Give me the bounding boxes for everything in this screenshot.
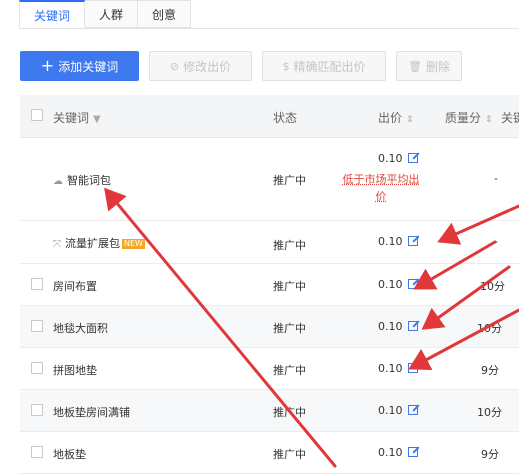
- price-value: 0.10: [378, 320, 403, 333]
- table-row: ☁ 智能词包 推广中 0.10 低于市场平均出价 -: [20, 138, 519, 221]
- edit-icon[interactable]: [407, 447, 418, 457]
- row-checkbox[interactable]: [31, 362, 43, 374]
- row-checkbox[interactable]: [31, 320, 43, 332]
- keyword-table: 关键词▼ 状态 出价⇕ 质量分⇕ 关键 ☁智能词包 推广中 0.10 低于市场平…: [20, 95, 519, 474]
- sort-icon[interactable]: ⇕: [406, 115, 414, 125]
- keyword-name: 地板垫: [53, 448, 86, 461]
- quality-cell: 10分: [480, 280, 505, 293]
- price-cell: 0.10: [378, 446, 418, 459]
- price-value: 0.10: [378, 362, 403, 375]
- plus-icon: +: [40, 56, 55, 75]
- edit-circle-icon: ⊘: [169, 59, 180, 73]
- tab-divider: [19, 28, 519, 29]
- tab-audience[interactable]: 人群: [85, 0, 139, 28]
- delete-label: 删除: [425, 59, 450, 74]
- quality-cell: 9分: [481, 448, 499, 461]
- status-cell: 推广中: [273, 174, 306, 187]
- keyword-cell: ⤧ 流量扩展包 NEW: [53, 235, 145, 251]
- edit-bid-label: 修改出价: [183, 59, 232, 74]
- status-cell: 推广中: [273, 448, 306, 461]
- price-value: 0.10: [378, 152, 403, 165]
- keyword-cell: ☁ 智能词包: [53, 172, 111, 188]
- keyword-name: 房间布置: [53, 280, 97, 293]
- header-quality-label: 质量分: [445, 111, 482, 125]
- price-value: 0.10: [378, 446, 403, 459]
- trash-icon: 🗑: [408, 59, 422, 73]
- price-value: 0.10: [378, 278, 403, 291]
- price-cell: 0.10: [378, 278, 418, 291]
- add-keyword-label: 添加关键词: [58, 59, 119, 74]
- row-checkbox[interactable]: [31, 404, 43, 416]
- status-cell: 推广中: [273, 406, 306, 419]
- header-extra: 关键: [501, 111, 519, 125]
- toolbar: + 添加关键词 ⊘ 修改出价 $ 精确匹配出价 🗑 删除: [20, 51, 462, 81]
- quality-cell: 10分: [477, 322, 502, 335]
- edit-icon[interactable]: [407, 279, 418, 289]
- table-row: 地毯大面积 推广中 0.10 10分: [20, 306, 519, 348]
- smart-bid-button[interactable]: $ 精确匹配出价: [262, 51, 386, 81]
- status-cell: 推广中: [273, 239, 306, 252]
- price-value: 0.10: [378, 235, 403, 248]
- delete-button[interactable]: 🗑 删除: [396, 51, 462, 81]
- status-cell: 推广中: [273, 322, 306, 335]
- dollar-circle-icon: $: [282, 59, 290, 73]
- edit-icon[interactable]: [407, 153, 418, 163]
- keyword-name: 地毯大面积: [53, 322, 108, 335]
- add-keyword-button[interactable]: + 添加关键词: [20, 51, 139, 81]
- price-cell: 0.10: [378, 362, 418, 375]
- tab-keywords[interactable]: 关键词: [19, 0, 86, 28]
- keyword-name: 拼图地垫: [53, 364, 97, 377]
- smart-bid-label: 精确匹配出价: [293, 59, 366, 74]
- header-price[interactable]: 出价 ⇕: [378, 109, 414, 126]
- keyword-name: 流量扩展包: [65, 237, 120, 250]
- table-row: 地板垫房间满铺 推广中 0.10 10分: [20, 390, 519, 432]
- price-value: 0.10: [378, 404, 403, 417]
- quality-cell: 10分: [477, 406, 502, 419]
- expand-icon: ⤧: [53, 239, 61, 250]
- edit-icon[interactable]: [407, 236, 418, 246]
- header-status: 状态: [273, 111, 298, 125]
- cloud-icon: ☁: [53, 176, 63, 187]
- edit-icon[interactable]: [407, 405, 418, 415]
- select-all-checkbox[interactable]: [31, 109, 43, 121]
- header-keyword[interactable]: 关键词 ▼: [53, 109, 101, 126]
- status-cell: 推广中: [273, 364, 306, 377]
- quality-cell: -: [494, 172, 498, 185]
- sort-icon[interactable]: ⇕: [485, 115, 493, 125]
- quality-cell: 9分: [481, 364, 499, 377]
- quality-cell: -: [494, 235, 498, 248]
- price-cell: 0.10: [378, 404, 418, 417]
- header-keyword-label: 关键词: [53, 111, 90, 125]
- filter-icon[interactable]: ▼: [93, 114, 101, 125]
- status-cell: 推广中: [273, 280, 306, 293]
- row-checkbox[interactable]: [31, 446, 43, 458]
- new-badge: NEW: [122, 239, 145, 249]
- price-cell: 0.10: [378, 152, 418, 165]
- table-row: 地板垫 推广中 0.10 9分: [20, 432, 519, 474]
- table-header: 关键词▼ 状态 出价⇕ 质量分⇕ 关键: [20, 95, 519, 138]
- edit-icon[interactable]: [407, 363, 418, 373]
- row-checkbox[interactable]: [31, 278, 43, 290]
- edit-icon[interactable]: [407, 321, 418, 331]
- table-row: 拼图地垫 推广中 0.10 9分: [20, 348, 519, 390]
- price-cell: 0.10: [378, 320, 418, 333]
- table-row: 房间布置 推广中 0.10 10分: [20, 264, 519, 306]
- tab-creative[interactable]: 创意: [138, 0, 192, 28]
- edit-bid-button[interactable]: ⊘ 修改出价: [149, 51, 252, 81]
- table-row: ⤧ 流量扩展包 NEW 推广中 0.10 -: [20, 221, 519, 264]
- price-cell: 0.10: [378, 235, 418, 248]
- keyword-name: 智能词包: [67, 174, 111, 187]
- header-price-label: 出价: [378, 111, 403, 125]
- keyword-name: 地板垫房间满铺: [53, 406, 130, 419]
- price-warning[interactable]: 低于市场平均出价: [341, 171, 421, 205]
- header-quality[interactable]: 质量分 ⇕: [445, 109, 493, 126]
- tab-bar: 关键词 人群 创意: [19, 0, 192, 29]
